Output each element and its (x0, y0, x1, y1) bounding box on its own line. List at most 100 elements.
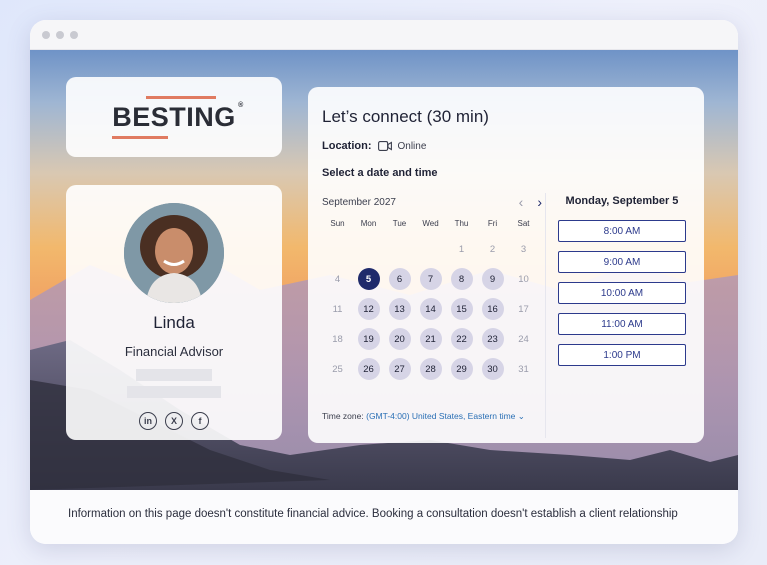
booking-card: Let’s connect (30 min) Location: Online … (308, 87, 704, 443)
calendar-day-number: 3 (520, 243, 527, 255)
calendar-day-number: 27 (388, 358, 411, 380)
calendar-day-number: 16 (481, 298, 504, 320)
x-icon[interactable]: X (165, 412, 183, 430)
logo-card: BESTING ® (66, 77, 282, 157)
calendar-day-number: 19 (357, 328, 380, 350)
calendar-day[interactable]: 14 (415, 294, 446, 324)
calendar-day[interactable]: 6 (384, 264, 415, 294)
calendar-day: 3 (508, 234, 539, 264)
calendar-day-number: 13 (388, 298, 411, 320)
calendar-day-selected[interactable]: 5 (353, 264, 384, 294)
timezone-value[interactable]: (GMT-4:00) United States, Eastern time (366, 411, 515, 421)
calendar-day-number: 29 (450, 358, 473, 380)
time-slot-button[interactable]: 11:00 AM (558, 313, 686, 335)
chevron-left-icon[interactable]: ‹ (519, 194, 524, 210)
calendar-day-number: 7 (419, 268, 442, 290)
social-links: in X f (66, 412, 282, 430)
calendar-day-number: 8 (450, 268, 473, 290)
calendar-day[interactable]: 16 (477, 294, 508, 324)
calendar-day[interactable]: 26 (353, 354, 384, 384)
besting-logo: BESTING ® (112, 95, 243, 139)
registered-mark: ® (238, 101, 244, 109)
calendar-day[interactable]: 9 (477, 264, 508, 294)
calendar-day-number: 15 (450, 298, 473, 320)
chevron-right-icon[interactable]: › (537, 194, 542, 210)
calendar-day-number (389, 238, 411, 260)
browser-window: BESTING ® Linda Financial Advisor in X f… (30, 20, 738, 544)
calendar-day: 11 (322, 294, 353, 324)
logo-accent-bar (146, 95, 217, 99)
timezone-label: Time zone: (322, 411, 364, 421)
calendar-day[interactable]: 13 (384, 294, 415, 324)
calendar-day-number: 20 (388, 328, 411, 350)
calendar-day-number: 26 (357, 358, 380, 380)
time-slot-button[interactable]: 1:00 PM (558, 344, 686, 366)
calendar-day-number: 17 (518, 303, 529, 315)
calendar-day: 2 (477, 234, 508, 264)
calendar-day-number: 30 (481, 358, 504, 380)
calendar-day[interactable]: 19 (353, 324, 384, 354)
calendar-day-number (327, 238, 349, 260)
booking-title: Let’s connect (30 min) (322, 107, 489, 126)
calendar: September 2027 ‹ › Sun Mon Tue Wed Thu Fri Sat… (322, 193, 542, 384)
advisor-profile-card: Linda Financial Advisor in X f (66, 185, 282, 440)
placeholder-line (136, 369, 212, 381)
calendar-day-number: 2 (489, 243, 496, 255)
calendar-day-number (420, 238, 442, 260)
location-value: Online (397, 140, 427, 152)
calendar-day-number: 24 (518, 333, 529, 345)
calendar-day[interactable]: 12 (353, 294, 384, 324)
weekday-label: Sun (330, 219, 345, 228)
calendar-day[interactable]: 8 (446, 264, 477, 294)
weekday-label: Fri (487, 219, 498, 228)
calendar-day-number: 25 (332, 363, 343, 375)
timezone-row[interactable]: Time zone: (GMT-4:00) United States, Eas… (322, 411, 525, 422)
calendar-day[interactable]: 7 (415, 264, 446, 294)
chevron-down-icon[interactable]: ⌄ (518, 411, 525, 421)
calendar-day[interactable]: 15 (446, 294, 477, 324)
weekday-label: Sat (517, 219, 530, 228)
avatar (124, 203, 224, 303)
weekday-label: Thu (454, 219, 469, 228)
linkedin-icon[interactable]: in (139, 412, 157, 430)
calendar-day-number: 22 (450, 328, 473, 350)
calendar-day-number: 31 (518, 363, 529, 375)
calendar-day[interactable]: 22 (446, 324, 477, 354)
calendar-day: 1 (446, 234, 477, 264)
calendar-day-number: 23 (481, 328, 504, 350)
calendar-day-number: 4 (334, 273, 341, 285)
time-slots: Monday, September 5 8:00 AM 9:00 AM 10:00 … (558, 193, 686, 366)
calendar-day (353, 234, 384, 264)
calendar-day-number: 21 (419, 328, 442, 350)
weekday-label: Wed (422, 219, 439, 228)
calendar-day-number: 14 (419, 298, 442, 320)
calendar-day[interactable]: 29 (446, 354, 477, 384)
calendar-day-number: 1 (458, 243, 465, 255)
window-dot-icon (56, 30, 64, 39)
selected-date-label: Monday, September 5 (565, 195, 679, 207)
location-row: Location: Online (322, 140, 426, 152)
time-slot-button[interactable]: 10:00 AM (558, 282, 686, 304)
calendar-day: 31 (508, 354, 539, 384)
location-label: Location: (322, 140, 372, 152)
calendar-day (415, 234, 446, 264)
calendar-day[interactable]: 27 (384, 354, 415, 384)
window-dot-icon (42, 30, 50, 39)
calendar-day-number: 28 (419, 358, 442, 380)
calendar-day[interactable]: 20 (384, 324, 415, 354)
calendar-day (322, 234, 353, 264)
facebook-icon[interactable]: f (191, 412, 209, 430)
advisor-name: Linda (153, 313, 195, 332)
calendar-day[interactable]: 21 (415, 324, 446, 354)
calendar-day[interactable]: 23 (477, 324, 508, 354)
calendar-grid: 1 2 3 4 5 6 7 8 9 10 11 12 13 14 15 16 17 18 19 20 21 22 23 24 2… (322, 234, 542, 384)
calendar-day[interactable]: 28 (415, 354, 446, 384)
weekday-label: Mon (360, 219, 377, 228)
select-date-heading: Select a date and time (322, 167, 438, 179)
time-slot-button[interactable]: 8:00 AM (558, 220, 686, 242)
calendar-day-number: 5 (357, 268, 380, 290)
time-slot-button[interactable]: 9:00 AM (558, 251, 686, 273)
calendar-day: 18 (322, 324, 353, 354)
calendar-month: September 2027 (322, 196, 396, 208)
calendar-day[interactable]: 30 (477, 354, 508, 384)
